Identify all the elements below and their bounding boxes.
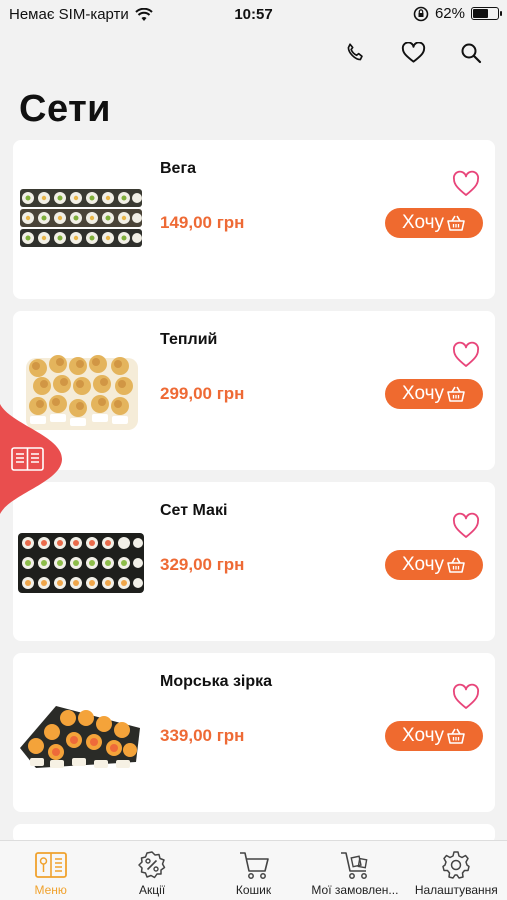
discount-icon [135,848,169,882]
orientation-lock-icon [413,6,429,21]
want-button[interactable]: Хочу [385,550,483,580]
product-card[interactable]: Теплий 299,00 грн Хочу [13,311,495,470]
tab-label: Мої замовлен... [311,883,399,897]
orders-cart-icon [338,848,372,882]
tab-label: Акції [139,883,166,897]
sushi-rolls-illustration [20,189,142,247]
tab-label: Меню [34,883,67,897]
favorite-heart-icon[interactable] [451,341,481,369]
basket-icon [447,386,465,402]
product-name: Вега [160,160,197,177]
product-card[interactable]: Морська зірка 339,00 грн Хочу [13,653,495,812]
tab-settings[interactable]: Налаштування [406,841,507,900]
tab-label: Налаштування [414,883,498,897]
tab-cart[interactable]: Кошик [203,841,304,900]
phone-icon[interactable] [339,38,371,68]
menu-book-icon [34,848,68,882]
battery-icon [471,7,502,20]
basket-icon [447,557,465,573]
want-button[interactable]: Хочу [385,208,483,238]
product-price: 339,00 грн [160,726,245,745]
product-image [18,533,144,593]
tab-label: Кошик [235,883,272,897]
basket-icon [447,728,465,744]
favorite-heart-icon[interactable] [451,170,481,198]
tab-bar: Меню Акції Кошик Мої замовлен... Налашту… [0,840,507,900]
product-price: 149,00 грн [160,213,245,232]
battery-percent: 62% [434,5,465,22]
search-icon[interactable] [455,38,487,68]
cart-icon [237,848,271,882]
page-title: Сети [19,88,112,130]
product-card[interactable]: Сет Макі 329,00 грн Хочу [13,482,495,641]
want-button[interactable]: Хочу [385,379,483,409]
tab-menu[interactable]: Меню [0,841,101,900]
status-right: 62% [413,5,502,22]
favorite-heart-icon[interactable] [451,683,481,711]
want-button-label: Хочу [401,212,444,233]
product-price: 329,00 грн [160,555,245,574]
product-price: 299,00 грн [160,384,245,403]
tab-promotions[interactable]: Акції [101,841,202,900]
maki-rolls-illustration [18,533,144,593]
product-image [20,189,142,247]
status-bar: Немає SIM-карти 10:57 62% [0,0,507,30]
product-list: Вега 149,00 грн Хочу Теплий 299,00 грн Х… [13,140,495,844]
product-name: Сет Макі [160,502,228,519]
want-button-label: Хочу [401,725,444,746]
product-name: Морська зірка [160,673,273,690]
favorites-heart-icon[interactable] [397,38,429,68]
want-button[interactable]: Хочу [385,721,483,751]
product-card[interactable]: Вега 149,00 грн Хочу [13,140,495,299]
header-actions [339,38,487,68]
want-button-label: Хочу [401,383,444,404]
product-name: Теплий [160,331,218,348]
gear-icon [439,848,473,882]
product-image [20,706,140,768]
star-rolls-illustration [20,706,140,768]
tab-my-orders[interactable]: Мої замовлен... [304,841,405,900]
catalog-flap-button[interactable] [0,404,64,514]
basket-icon [447,215,465,231]
want-button-label: Хочу [401,554,444,575]
favorite-heart-icon[interactable] [451,512,481,540]
